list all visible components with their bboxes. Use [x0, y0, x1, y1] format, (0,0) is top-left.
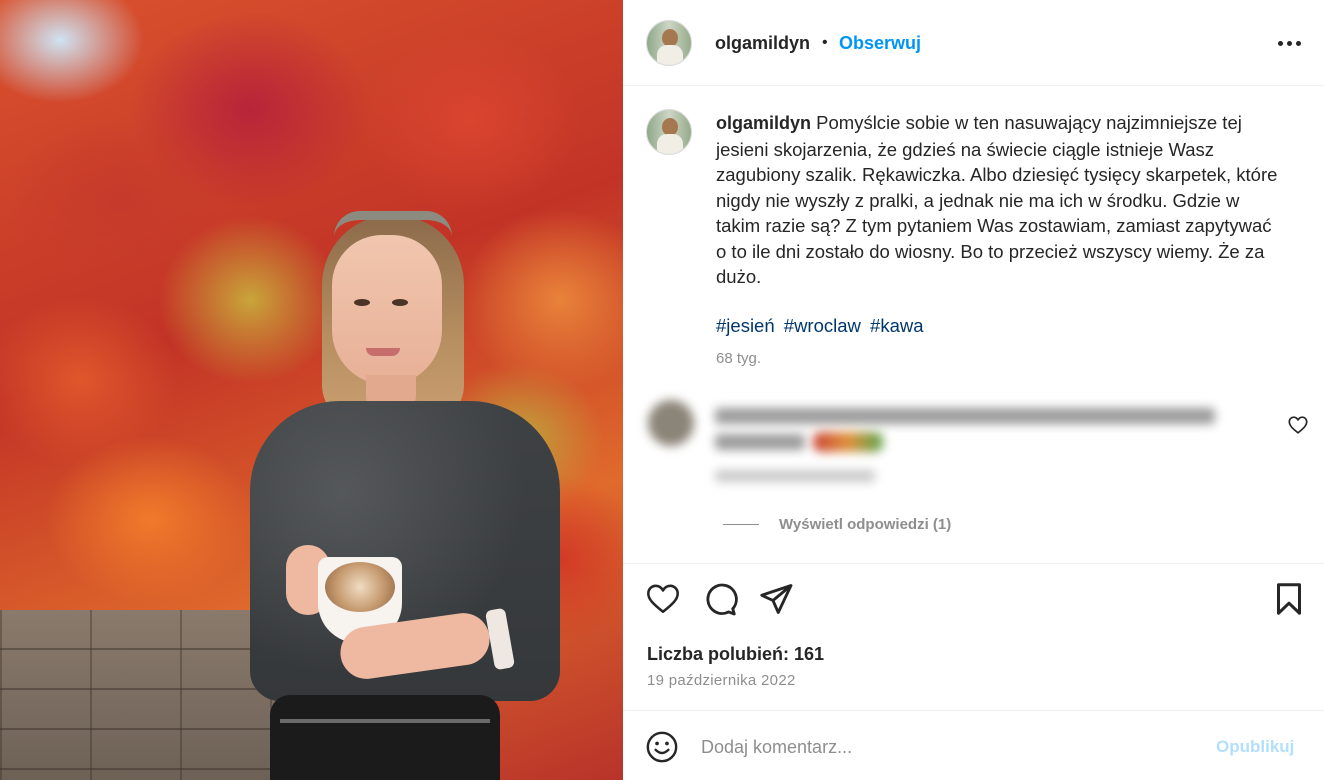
- hashtags: #jesień #wroclaw #kawa: [716, 315, 928, 337]
- share-icon[interactable]: [758, 581, 794, 617]
- publish-button[interactable]: Opublikuj: [1216, 737, 1294, 757]
- follow-button[interactable]: Obserwuj: [839, 33, 921, 54]
- likes-count[interactable]: Liczba polubień: 161: [647, 644, 824, 665]
- blurred-emoji: [813, 432, 883, 452]
- caption-text: olgamildyn Pomyślcie sobie w ten nasuwaj…: [716, 110, 1286, 290]
- caption-block: olgamildyn Pomyślcie sobie w ten nasuwaj…: [623, 86, 1324, 376]
- caption-time: 68 tyg.: [716, 350, 762, 367]
- hashtag-link[interactable]: #wroclaw: [784, 315, 861, 336]
- post-details-panel: olgamildyn • Obserwuj olgamildyn Pomyślc…: [623, 0, 1324, 780]
- blurred-comment-meta: [715, 470, 875, 482]
- comment-icon[interactable]: [702, 581, 738, 617]
- heart-icon[interactable]: [645, 581, 681, 617]
- hashtag-link[interactable]: #jesień: [716, 315, 775, 336]
- comment-input[interactable]: [701, 733, 1201, 761]
- caption-body: Pomyślcie sobie w ten nasuwający najzimn…: [716, 112, 1278, 287]
- separator-dot: •: [822, 34, 828, 51]
- author-username[interactable]: olgamildyn: [715, 33, 810, 54]
- post-photo[interactable]: [0, 0, 623, 780]
- blurred-comment-text: [715, 408, 1215, 424]
- post-header: olgamildyn • Obserwuj: [623, 0, 1324, 86]
- comment-item: [623, 390, 1324, 500]
- caption-author-avatar[interactable]: [646, 109, 692, 155]
- view-replies-button[interactable]: Wyświetl odpowiedzi (1): [723, 516, 951, 533]
- bookmark-icon[interactable]: [1271, 581, 1307, 617]
- author-avatar[interactable]: [646, 20, 692, 66]
- more-options-icon[interactable]: [1271, 28, 1307, 58]
- divider: [623, 563, 1324, 564]
- commenter-avatar[interactable]: [648, 400, 694, 446]
- caption-username[interactable]: olgamildyn: [716, 113, 811, 133]
- hashtag-link[interactable]: #kawa: [870, 315, 923, 336]
- comment-like-heart-icon[interactable]: [1287, 414, 1309, 436]
- stone-wall: [0, 610, 280, 780]
- emoji-icon[interactable]: [645, 730, 679, 764]
- post-date: 19 października 2022: [647, 672, 796, 689]
- person-figure: [250, 205, 570, 780]
- view-replies-label: Wyświetl odpowiedzi (1): [779, 516, 952, 533]
- face: [332, 235, 442, 385]
- add-comment-bar: Opublikuj: [623, 710, 1324, 780]
